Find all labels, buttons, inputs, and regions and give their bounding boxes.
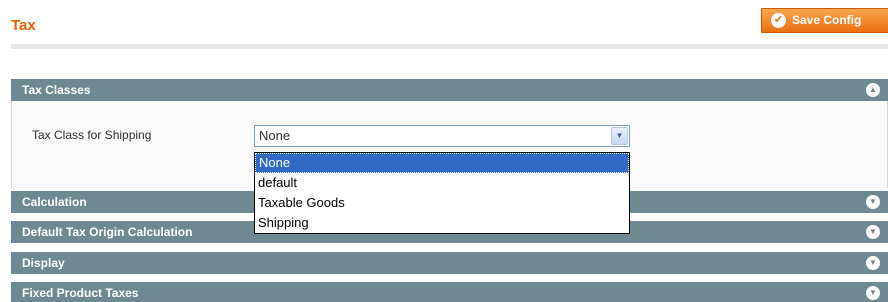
dropdown-option-default[interactable]: default <box>255 173 629 193</box>
dropdown-option-none[interactable]: None <box>255 153 629 173</box>
expand-down-icon[interactable]: ▼ <box>866 256 880 270</box>
dropdown-option-shipping[interactable]: Shipping <box>255 213 629 233</box>
collapse-up-icon[interactable]: ▲ <box>866 83 880 97</box>
section-title: Tax Classes <box>22 83 91 97</box>
check-circle-icon: ✔ <box>771 13 786 28</box>
section-title: Default Tax Origin Calculation <box>22 225 193 239</box>
section-header-display[interactable]: Display ▼ <box>11 252 888 274</box>
title-divider <box>11 44 888 49</box>
dropdown-option-taxable-goods[interactable]: Taxable Goods <box>255 193 629 213</box>
page-title: Tax <box>11 17 36 34</box>
section-header-tax-classes[interactable]: Tax Classes ▲ <box>11 79 888 101</box>
section-title: Calculation <box>22 195 87 209</box>
section-title: Fixed Product Taxes <box>22 286 139 300</box>
field-label-tax-class-shipping: Tax Class for Shipping <box>32 128 152 142</box>
tax-class-shipping-select[interactable]: None ▼ <box>254 125 630 147</box>
expand-down-icon[interactable]: ▼ <box>866 286 880 300</box>
tax-class-dropdown-list: None default Taxable Goods Shipping <box>254 152 630 234</box>
select-value: None <box>259 128 291 143</box>
section-title: Display <box>22 256 65 270</box>
section-header-fixed-product-taxes[interactable]: Fixed Product Taxes ▼ <box>11 282 888 302</box>
expand-down-icon[interactable]: ▼ <box>866 225 880 239</box>
expand-down-icon[interactable]: ▼ <box>866 195 880 209</box>
chevron-down-icon[interactable]: ▼ <box>611 127 628 145</box>
save-config-label: Save Config <box>792 13 862 27</box>
save-config-button[interactable]: ✔ Save Config <box>761 8 888 33</box>
